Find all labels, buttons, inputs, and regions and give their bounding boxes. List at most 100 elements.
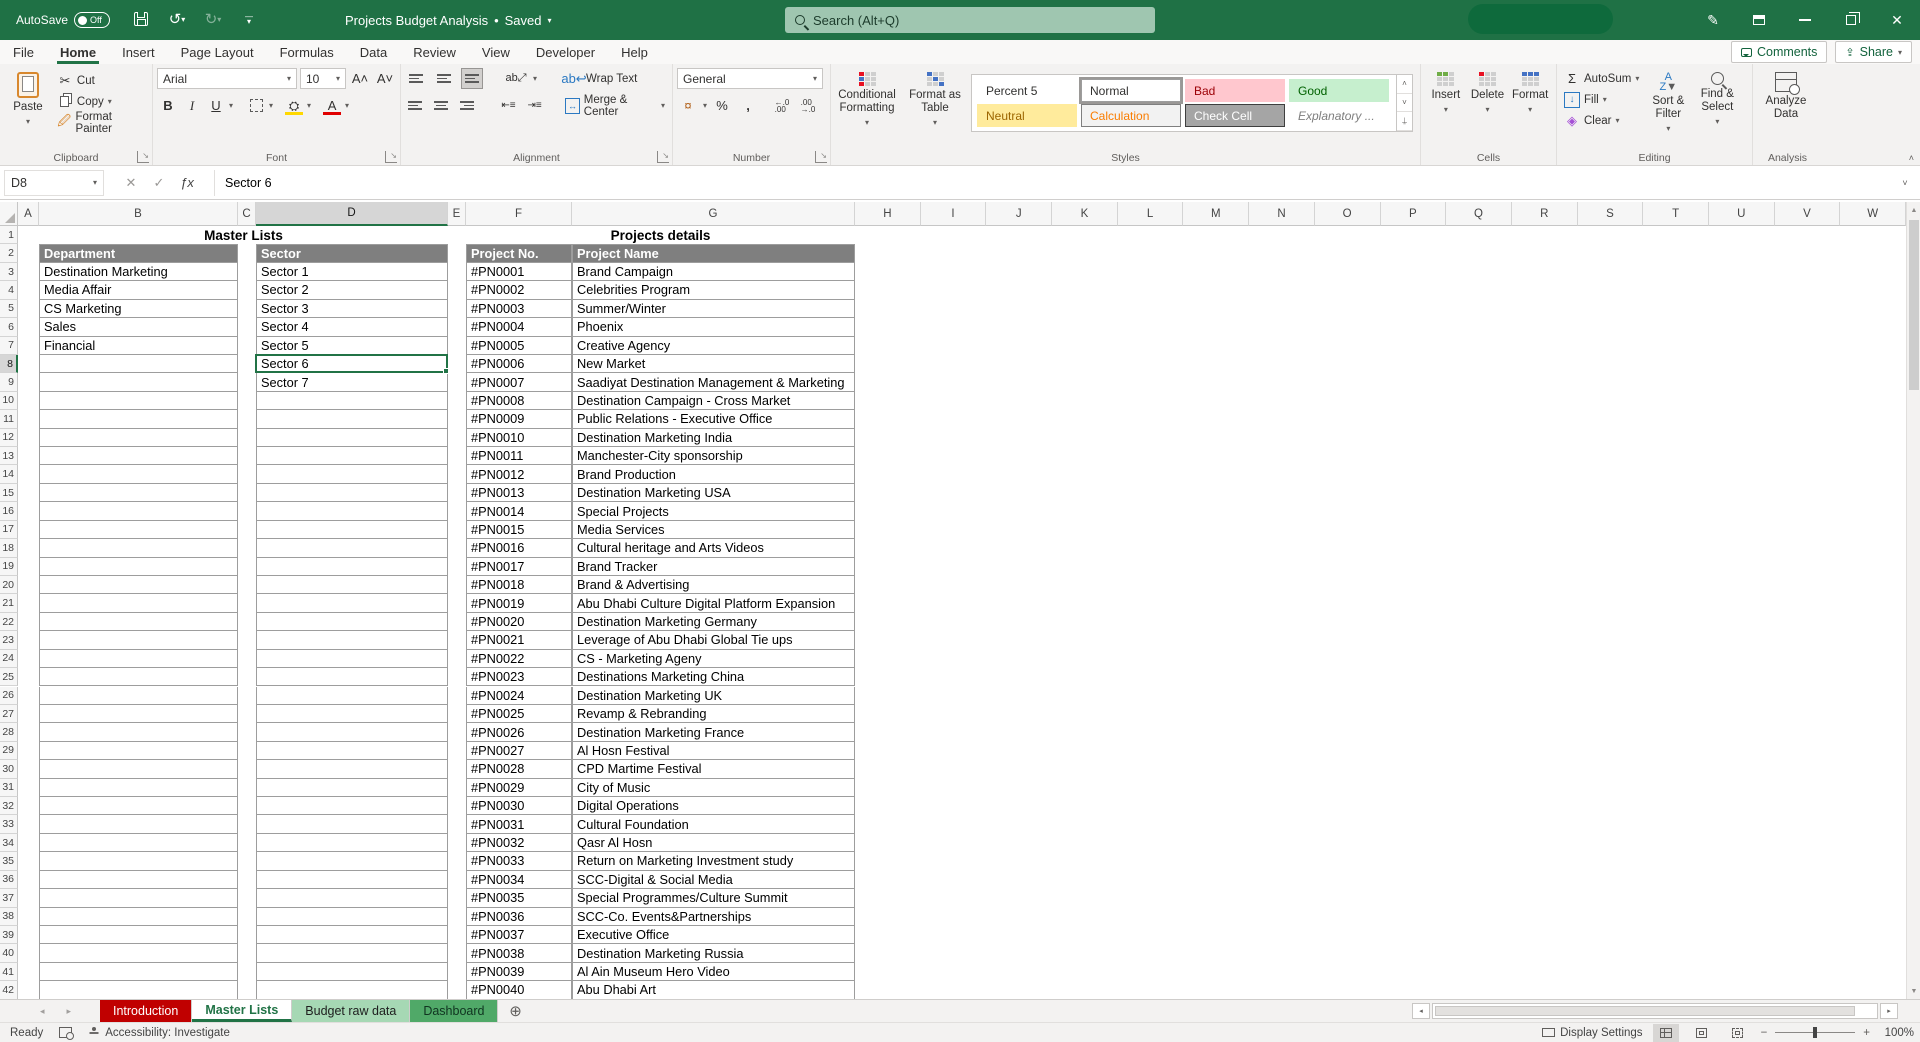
cell-G12[interactable]: Destination Marketing India	[572, 428, 855, 448]
row-header-24[interactable]: 24	[0, 649, 18, 669]
sheet-tab-budget-raw-data[interactable]: Budget raw data	[292, 1000, 411, 1022]
alignment-dialog-launcher[interactable]: ↘	[657, 151, 669, 163]
cell-G25[interactable]: Destinations Marketing China	[572, 668, 855, 687]
zoom-out-button[interactable]: −	[1761, 1027, 1768, 1039]
cell-B33[interactable]	[39, 815, 238, 834]
row-header-21[interactable]: 21	[0, 594, 18, 613]
row-header-10[interactable]: 10	[0, 391, 18, 411]
cell-D25[interactable]	[256, 668, 448, 687]
cell-D20[interactable]	[256, 575, 448, 595]
cell-D42[interactable]	[256, 981, 448, 999]
cell-G30[interactable]: CPD Martime Festival	[572, 760, 855, 779]
cut-button[interactable]: ✂ Cut	[54, 70, 148, 91]
autosum-button[interactable]: Σ AutoSum ▾	[1561, 68, 1642, 89]
column-header-U[interactable]: U	[1708, 202, 1775, 226]
zoom-thumb[interactable]	[1813, 1027, 1818, 1039]
header-project-name[interactable]: Project Name	[572, 244, 855, 263]
header-project-no[interactable]: Project No.	[466, 244, 572, 263]
row-header-32[interactable]: 32	[0, 797, 18, 816]
cell-F24[interactable]: #PN0022	[466, 649, 572, 669]
search-input[interactable]: Search (Alt+Q)	[785, 7, 1155, 33]
column-header-H[interactable]: H	[855, 202, 921, 226]
cell-style-neutral[interactable]: Neutral	[977, 104, 1077, 127]
cell-G35[interactable]: Return on Marketing Investment study	[572, 852, 855, 871]
menu-tab-home[interactable]: Home	[47, 40, 109, 64]
underline-button[interactable]: U	[205, 95, 227, 116]
menu-tab-help[interactable]: Help	[608, 40, 661, 64]
paste-button[interactable]: Paste ▾	[4, 68, 52, 146]
cell-F4[interactable]: #PN0002	[466, 281, 572, 300]
format-cells-button[interactable]: Format ▾	[1508, 68, 1552, 146]
formula-input[interactable]: Sector 6	[214, 169, 1890, 196]
cell-D4[interactable]: Sector 2	[256, 281, 448, 300]
row-header-25[interactable]: 25	[0, 668, 18, 687]
cell-D21[interactable]	[256, 594, 448, 613]
autosave-toggle[interactable]: AutoSave Off	[16, 9, 111, 31]
row-header-28[interactable]: 28	[0, 723, 18, 742]
row-header-36[interactable]: 36	[0, 870, 18, 890]
cell-B11[interactable]	[39, 410, 238, 429]
cell-B3[interactable]: Destination Marketing	[39, 262, 238, 282]
row-header-2[interactable]: 2	[0, 244, 18, 263]
clear-button[interactable]: ◈ Clear ▾	[1561, 110, 1642, 131]
cell-F23[interactable]: #PN0021	[466, 631, 572, 650]
vertical-scroll-thumb[interactable]	[1909, 220, 1919, 390]
save-button[interactable]	[130, 8, 152, 30]
top-align-button[interactable]	[405, 68, 427, 89]
bold-button[interactable]: B	[157, 95, 179, 116]
cell-B6[interactable]: Sales	[39, 318, 238, 337]
cell-B12[interactable]	[39, 428, 238, 448]
cell-G37[interactable]: Special Programmes/Culture Summit	[572, 889, 855, 908]
minimize-button[interactable]	[1782, 0, 1828, 40]
menu-tab-formulas[interactable]: Formulas	[267, 40, 347, 64]
cell-F29[interactable]: #PN0027	[466, 741, 572, 761]
cell-F27[interactable]: #PN0025	[466, 704, 572, 724]
row-header-14[interactable]: 14	[0, 465, 18, 484]
row-header-41[interactable]: 41	[0, 962, 18, 982]
cell-D17[interactable]	[256, 520, 448, 540]
cell-F36[interactable]: #PN0034	[466, 870, 572, 890]
wrap-text-button[interactable]: ab↩ Wrap Text	[561, 68, 640, 89]
clipboard-dialog-launcher[interactable]: ↘	[137, 151, 149, 163]
page-layout-view-button[interactable]	[1689, 1024, 1715, 1042]
gallery-scroll-down[interactable]: ˅	[1397, 94, 1412, 113]
macro-record-icon[interactable]	[59, 1027, 75, 1040]
column-header-G[interactable]: G	[572, 202, 855, 226]
row-header-11[interactable]: 11	[0, 410, 18, 429]
cell-B28[interactable]	[39, 723, 238, 742]
cell-B10[interactable]	[39, 391, 238, 411]
cell-G38[interactable]: SCC-Co. Events&Partnerships	[572, 907, 855, 926]
cell-G20[interactable]: Brand & Advertising	[572, 575, 855, 595]
accounting-format-button[interactable]: ¤	[677, 95, 699, 116]
row-header-37[interactable]: 37	[0, 889, 18, 908]
column-header-K[interactable]: K	[1052, 202, 1118, 226]
scroll-right-icon[interactable]: ▸	[1880, 1002, 1898, 1019]
cell-G33[interactable]: Cultural Foundation	[572, 815, 855, 834]
cell-style-explanatory-[interactable]: Explanatory ...	[1289, 104, 1389, 127]
column-header-F[interactable]: F	[466, 202, 572, 226]
cell-G26[interactable]: Destination Marketing UK	[572, 686, 855, 705]
scroll-down-icon[interactable]: ▼	[1907, 983, 1920, 999]
row-header-8[interactable]: 8	[0, 354, 18, 374]
cell-B36[interactable]	[39, 870, 238, 890]
number-format-combobox[interactable]: General ▾	[677, 68, 823, 89]
row-header-34[interactable]: 34	[0, 833, 18, 853]
align-right-button[interactable]	[457, 95, 477, 116]
row-header-13[interactable]: 13	[0, 447, 18, 466]
cell-style-good[interactable]: Good	[1289, 79, 1389, 102]
column-header-J[interactable]: J	[986, 202, 1053, 226]
cell-D35[interactable]	[256, 852, 448, 871]
column-header-B[interactable]: B	[39, 202, 238, 226]
merge-center-button[interactable]: ↔ Merge & Center ▾	[562, 94, 668, 118]
sort-filter-button[interactable]: A Z▼ Sort & Filter ▾	[1646, 68, 1690, 146]
cell-D6[interactable]: Sector 4	[256, 318, 448, 337]
horizontal-scroll-thumb[interactable]	[1435, 1005, 1855, 1016]
row-header-18[interactable]: 18	[0, 539, 18, 558]
cell-style-normal[interactable]: Normal	[1079, 77, 1183, 104]
cell-F32[interactable]: #PN0030	[466, 797, 572, 816]
cell-F34[interactable]: #PN0032	[466, 833, 572, 853]
header-sector[interactable]: Sector	[256, 244, 448, 263]
cell-G13[interactable]: Manchester-City sponsorship	[572, 447, 855, 466]
cell-B21[interactable]	[39, 594, 238, 613]
cell-D13[interactable]	[256, 447, 448, 466]
